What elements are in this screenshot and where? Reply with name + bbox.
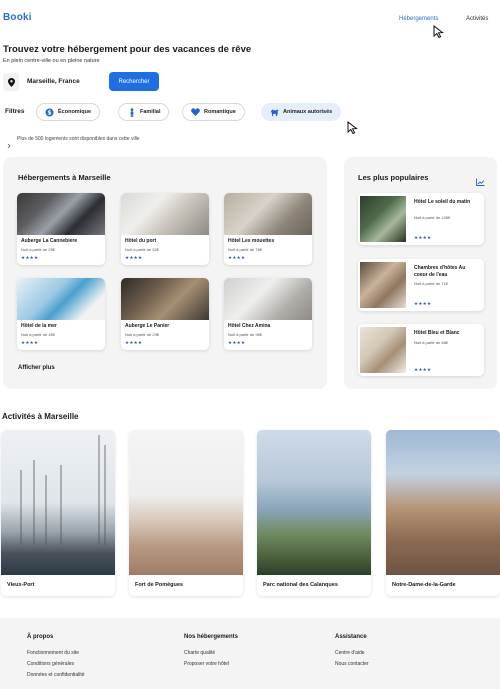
popular-name: Hôtel Le soleil du matin (414, 199, 471, 205)
search-input[interactable]: Marseille, France (27, 78, 80, 85)
footer-link[interactable]: Conditions générales (27, 661, 74, 667)
lodging-card[interactable]: Auberge La Cannebiere Nuit à partir de 2… (17, 193, 105, 265)
popular-name: Chambres d'hôtes Au coeur de l'eau (414, 265, 466, 278)
lodging-photo (121, 193, 209, 235)
lodging-photo (121, 278, 209, 320)
popular-photo (360, 327, 406, 373)
popular-price: Nuit à partir de 71€ (414, 281, 449, 286)
filter-economique[interactable]: $ Économique (36, 103, 101, 121)
lodging-price: Nuit à partir de 52€ (125, 247, 160, 252)
popular-photo (360, 262, 406, 308)
lodging-photo (224, 278, 312, 320)
lodging-price: Nuit à partir de 46€ (21, 332, 56, 337)
footer-link[interactable]: Données et confidentialité (27, 672, 85, 678)
footer-link[interactable]: Proposer votre hôtel (184, 661, 229, 667)
popular-name: Hôtel Bleu et Blanc (414, 330, 460, 336)
footer-link[interactable]: Centre d'aide (335, 650, 365, 656)
filter-romantique[interactable]: Romantique (182, 103, 245, 121)
lodging-price: Nuit à partir de 96€ (228, 332, 263, 337)
popular-card[interactable]: Chambres d'hôtes Au coeur de l'eau Nuit … (358, 259, 484, 311)
activity-label: Parc national des Calanques (263, 582, 338, 588)
show-more-button[interactable]: Afficher plus (18, 365, 55, 371)
page-title: Trouvez votre hébergement pour des vacan… (3, 44, 252, 55)
lodging-name: Auberge La Cannebiere (21, 238, 78, 244)
filters-label: Filtres (5, 108, 25, 115)
location-pin-icon (3, 73, 19, 91)
footer-link[interactable]: Charte qualité (184, 650, 215, 656)
trending-icon (476, 173, 485, 191)
activity-photo (386, 430, 500, 575)
popular-price: Nuit à partir de 68€ (414, 340, 449, 345)
popular-price: Nuit à partir de 128€ (414, 215, 451, 220)
rating-stars: ★★★★ (125, 255, 143, 260)
popular-card[interactable]: Hôtel Bleu et Blanc Nuit à partir de 68€… (358, 324, 484, 376)
lodging-title: Hébergements à Marseille (18, 173, 111, 182)
lodging-card[interactable]: Hôtel Chez Amina Nuit à partir de 96€ ★★… (224, 278, 312, 350)
rating-stars: ★★★★ (21, 255, 39, 260)
activity-photo (257, 430, 371, 575)
rating-stars: ★★★★ (414, 367, 432, 372)
child-icon (127, 107, 136, 117)
activity-label: Notre-Dame-de-la-Garde (392, 582, 456, 588)
rating-stars: ★★★★ (414, 301, 432, 306)
lodging-card[interactable]: Auberge Le Panier Nuit à partir de 23€ ★… (121, 278, 209, 350)
lodging-photo (224, 193, 312, 235)
lodging-name: Hôtel Les mouettes (228, 238, 275, 244)
lodging-card[interactable]: Hôtel du port Nuit à partir de 52€ ★★★★ (121, 193, 209, 265)
lodging-name: Hôtel Chez Amina (228, 323, 271, 329)
lodging-price: Nuit à partir de 25€ (21, 247, 56, 252)
availability-notice: Plus de 500 logements sont disponibles d… (17, 136, 140, 142)
filter-label: Animaux autorisés (283, 109, 333, 115)
lodging-price: Nuit à partir de 76€ (228, 247, 263, 252)
filter-label: Romantique (204, 109, 236, 115)
dog-icon (270, 108, 279, 117)
lodging-name: Hôtel de la mer (21, 323, 57, 329)
mouse-cursor-icon (347, 121, 358, 134)
rating-stars: ★★★★ (414, 235, 432, 240)
lodging-name: Hôtel du port (125, 238, 157, 244)
footer-link[interactable]: Fonctionnement du site (27, 650, 79, 656)
lodging-card[interactable]: Hôtel de la mer Nuit à partir de 46€ ★★★… (17, 278, 105, 350)
rating-stars: ★★★★ (228, 340, 246, 345)
filter-animaux[interactable]: Animaux autorisés (261, 103, 342, 121)
footer-heading: Nos hébergements (184, 634, 239, 640)
lodging-photo (17, 193, 105, 235)
activity-photo (129, 430, 243, 575)
activity-label: Vieux-Port (7, 582, 35, 588)
info-icon (6, 136, 12, 149)
filter-label: Familial (140, 109, 161, 115)
booki-logo[interactable]: Booki (3, 12, 32, 23)
footer-heading: Assistance (335, 634, 367, 640)
svg-text:$: $ (47, 109, 51, 116)
filter-label: Économique (58, 109, 92, 115)
search-button[interactable]: Rechercher (109, 72, 159, 91)
activity-photo (1, 430, 115, 575)
rating-stars: ★★★★ (21, 340, 39, 345)
activity-card[interactable]: Vieux-Port (1, 430, 115, 596)
activity-card[interactable]: Notre-Dame-de-la-Garde (386, 430, 500, 596)
lodging-photo (17, 278, 105, 320)
footer-heading: À propos (27, 634, 54, 640)
activities-title: Activités à Marseille (2, 412, 79, 421)
lodging-card[interactable]: Hôtel Les mouettes Nuit à partir de 76€ … (224, 193, 312, 265)
lodging-name: Auberge Le Panier (125, 323, 170, 329)
footer-link[interactable]: Nous contacter (335, 661, 369, 667)
money-icon: $ (45, 108, 54, 117)
rating-stars: ★★★★ (228, 255, 246, 260)
popular-title: Les plus populaires (358, 173, 429, 182)
rating-stars: ★★★★ (125, 340, 143, 345)
heart-icon (191, 108, 200, 117)
activity-card[interactable]: Parc national des Calanques (257, 430, 371, 596)
mouse-cursor-icon (433, 25, 444, 38)
filter-familial[interactable]: Familial (118, 103, 170, 121)
nav-activites[interactable]: Activités (466, 16, 488, 22)
activity-card[interactable]: Fort de Pomègues (129, 430, 243, 596)
lodging-price: Nuit à partir de 23€ (125, 332, 160, 337)
nav-hebergements[interactable]: Hébergements (399, 16, 438, 22)
lodging-panel (3, 157, 327, 389)
popular-photo (360, 196, 406, 242)
activity-label: Fort de Pomègues (135, 582, 183, 588)
page-subtitle: En plein centre-ville ou en pleine natur… (3, 58, 100, 64)
popular-card[interactable]: Hôtel Le soleil du matin Nuit à partir d… (358, 193, 484, 245)
